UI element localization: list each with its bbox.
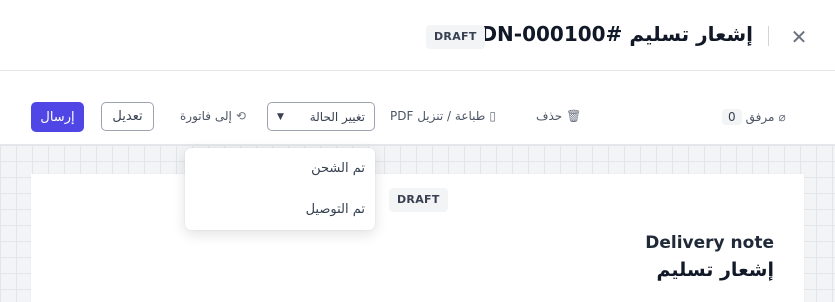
document-heading-ar: إشعار تسليم bbox=[656, 259, 775, 281]
edit-button[interactable]: تعديل bbox=[101, 102, 154, 131]
attachments-count: 0 bbox=[722, 109, 742, 125]
print-label: طباعة / تنزيل PDF bbox=[390, 109, 486, 123]
to-invoice-button[interactable]: ⟲ إلى فاتورة bbox=[180, 109, 246, 123]
close-icon[interactable]: ✕ bbox=[786, 24, 812, 50]
dialog-header: ✕ إشعار تسليم #GDN-000100 DRAFT bbox=[0, 0, 835, 71]
attachments-label: مرفق bbox=[745, 110, 775, 124]
paperclip-icon: ⌀ bbox=[778, 110, 786, 124]
document-heading-en: Delivery note bbox=[645, 233, 774, 253]
convert-icon: ⟲ bbox=[235, 109, 246, 123]
document-icon: ▯ bbox=[489, 109, 496, 123]
print-pdf-button[interactable]: ▯ طباعة / تنزيل PDF bbox=[390, 109, 496, 123]
page-title: إشعار تسليم #GDN-000100 bbox=[464, 22, 753, 46]
delete-button[interactable]: 🗑 حذف bbox=[536, 109, 581, 123]
delete-label: حذف bbox=[536, 109, 563, 123]
send-button[interactable]: إرسال bbox=[31, 102, 84, 132]
status-option-shipped[interactable]: تم الشحن bbox=[311, 161, 365, 176]
attachments-button[interactable]: ⌀ مرفق 0 bbox=[722, 109, 786, 125]
trash-icon: 🗑 bbox=[566, 109, 582, 123]
caret-down-icon: ▼ bbox=[277, 111, 284, 122]
status-dropdown-menu: تم الشحن تم التوصيل bbox=[185, 148, 375, 230]
status-select-value: تغيير الحالة bbox=[309, 109, 365, 124]
status-option-delivered[interactable]: تم التوصيل bbox=[306, 202, 365, 217]
status-select[interactable]: تغيير الحالة ▼ bbox=[267, 102, 375, 131]
header-divider bbox=[768, 26, 769, 46]
to-invoice-label: إلى فاتورة bbox=[180, 109, 232, 123]
status-badge: DRAFT bbox=[426, 25, 485, 49]
document-status-badge: DRAFT bbox=[389, 188, 448, 212]
